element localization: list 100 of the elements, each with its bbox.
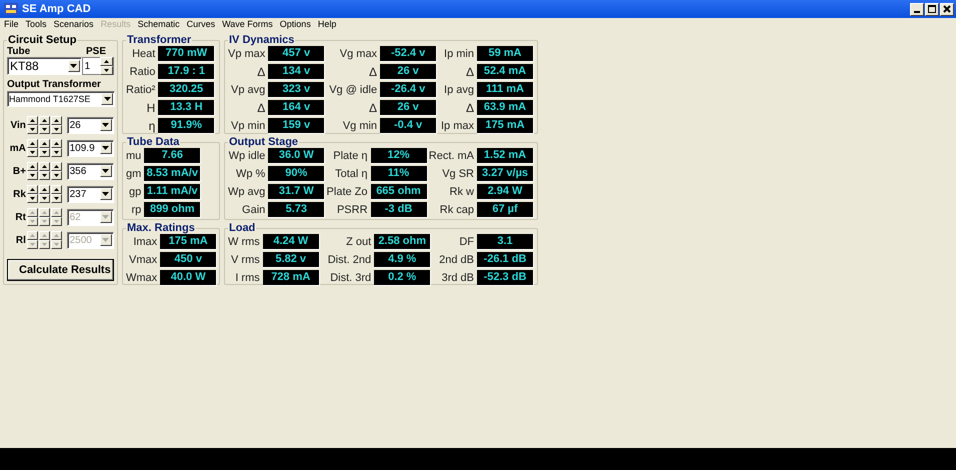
readout-label: gp [128, 186, 142, 198]
calculate-results-button[interactable]: Calculate Results [7, 259, 114, 281]
down-arrow-icon [54, 243, 59, 246]
up-arrow-icon [54, 234, 59, 237]
readout-label: rp [130, 204, 142, 216]
maximize-button[interactable] [925, 2, 939, 16]
readout-value: 40.0 W [160, 270, 218, 286]
menu-item[interactable]: File [4, 19, 19, 29]
menu-item[interactable]: Tools [26, 19, 47, 29]
spin-buttons[interactable] [26, 139, 38, 157]
dropdown-arrow-icon [102, 146, 110, 150]
readout-label: Gain [241, 204, 266, 216]
pse-spinner[interactable]: 1 [82, 57, 114, 75]
readout-label: DF [458, 236, 474, 248]
parameter-dropdown[interactable]: 109.9 [66, 140, 114, 156]
readout-label: η [148, 119, 156, 133]
parameter-dropdown[interactable]: 356 [66, 162, 114, 180]
spin-buttons[interactable] [38, 116, 50, 134]
spin-buttons[interactable] [50, 139, 62, 157]
down-arrow-icon [30, 128, 35, 131]
readout-label: Z out [345, 236, 372, 248]
readout-value: 0.2 % [374, 270, 432, 286]
readout-value: 728 mA [262, 270, 320, 286]
readout-value: 36.0 W [268, 148, 326, 164]
parameter-dropdown[interactable]: 26 [66, 116, 114, 134]
down-arrow-icon [42, 197, 47, 200]
readout-value: 450 v [160, 252, 218, 268]
down-arrow-icon [104, 69, 109, 72]
spin-buttons[interactable] [38, 139, 50, 157]
up-arrow-icon [54, 142, 59, 145]
readout-value: 26 v [380, 100, 438, 116]
down-arrow-icon [54, 197, 59, 200]
readout-value: 31.7 W [268, 184, 326, 200]
readout-label: PSRR [336, 204, 368, 216]
tube-dropdown[interactable]: KT88 [7, 57, 82, 75]
menu-item[interactable]: Schematic [138, 19, 180, 29]
readout-label: Rk w [448, 186, 474, 198]
up-arrow-icon [54, 165, 59, 168]
readout-label: mu [126, 150, 142, 162]
down-arrow-icon [42, 151, 47, 154]
dropdown-arrow-icon [102, 215, 110, 219]
readout-value: 12% [370, 148, 428, 164]
spin-buttons[interactable] [38, 162, 50, 180]
spin-buttons[interactable] [38, 185, 50, 203]
menu-item[interactable]: Scenarios [54, 19, 94, 29]
up-arrow-icon [42, 142, 47, 145]
readout-value: 5.82 v [262, 252, 320, 268]
parameter-label: mA [8, 142, 27, 154]
spin-buttons[interactable] [50, 231, 62, 249]
parameter-label: B+ [12, 166, 27, 176]
down-arrow-icon [54, 174, 59, 177]
readout-value: 4.9 % [374, 252, 432, 268]
spin-buttons[interactable] [50, 208, 62, 226]
spin-buttons[interactable] [26, 185, 38, 203]
dropdown-arrow-icon [102, 192, 110, 196]
spin-buttons[interactable] [50, 162, 62, 180]
readout-label: Δ [464, 65, 474, 79]
close-button[interactable] [940, 2, 954, 16]
readout-label: Δ [368, 65, 378, 79]
down-arrow-icon [30, 220, 35, 223]
readout-label: Δ [256, 101, 266, 115]
down-arrow-icon [30, 174, 35, 177]
up-arrow-icon [54, 188, 59, 191]
spin-buttons[interactable] [50, 116, 62, 134]
spin-buttons[interactable] [26, 116, 38, 134]
down-arrow-icon [54, 151, 59, 154]
up-arrow-icon [30, 234, 35, 237]
minimize-button[interactable] [910, 2, 924, 16]
readout-value: 320.25 [158, 82, 216, 98]
readout-label: Wp % [234, 168, 266, 180]
readout-value: -26.1 dB [477, 252, 534, 268]
group-title: Tube Data [126, 136, 180, 148]
readout-label: Δ [464, 101, 474, 115]
spin-buttons[interactable] [50, 185, 62, 203]
menu-item[interactable]: Options [280, 19, 311, 29]
readout-label: Ip avg [443, 84, 474, 96]
parameter-dropdown[interactable]: 237 [66, 186, 114, 202]
group-title: Max. Ratings [126, 222, 196, 234]
readout-label: Vp avg [230, 84, 266, 96]
readout-label: I rms [234, 272, 260, 284]
menu-item[interactable]: Help [318, 19, 336, 29]
spin-buttons[interactable] [26, 162, 38, 180]
readout-label: Ip min [443, 48, 474, 60]
parameter-label: Vin [10, 120, 27, 130]
spin-buttons[interactable] [38, 231, 50, 249]
readout-value: 457 v [268, 46, 326, 62]
readout-label: Wmax [126, 272, 158, 284]
readout-label: gm [126, 168, 142, 180]
down-arrow-icon [42, 174, 47, 177]
menu-item[interactable]: Curves [186, 19, 216, 29]
readout-label: W rms [228, 236, 260, 248]
transformer-dropdown[interactable]: Hammond T1627SE [7, 91, 115, 107]
spin-buttons[interactable] [38, 208, 50, 226]
up-arrow-icon [42, 234, 47, 237]
readout-value: 770 mW [158, 46, 216, 62]
parameter-label: Rk [12, 188, 27, 200]
spin-buttons[interactable] [26, 208, 38, 226]
readout-label: 2nd dB [439, 254, 474, 266]
spin-buttons[interactable] [26, 231, 38, 249]
menu-item[interactable]: Wave Forms [222, 19, 273, 29]
